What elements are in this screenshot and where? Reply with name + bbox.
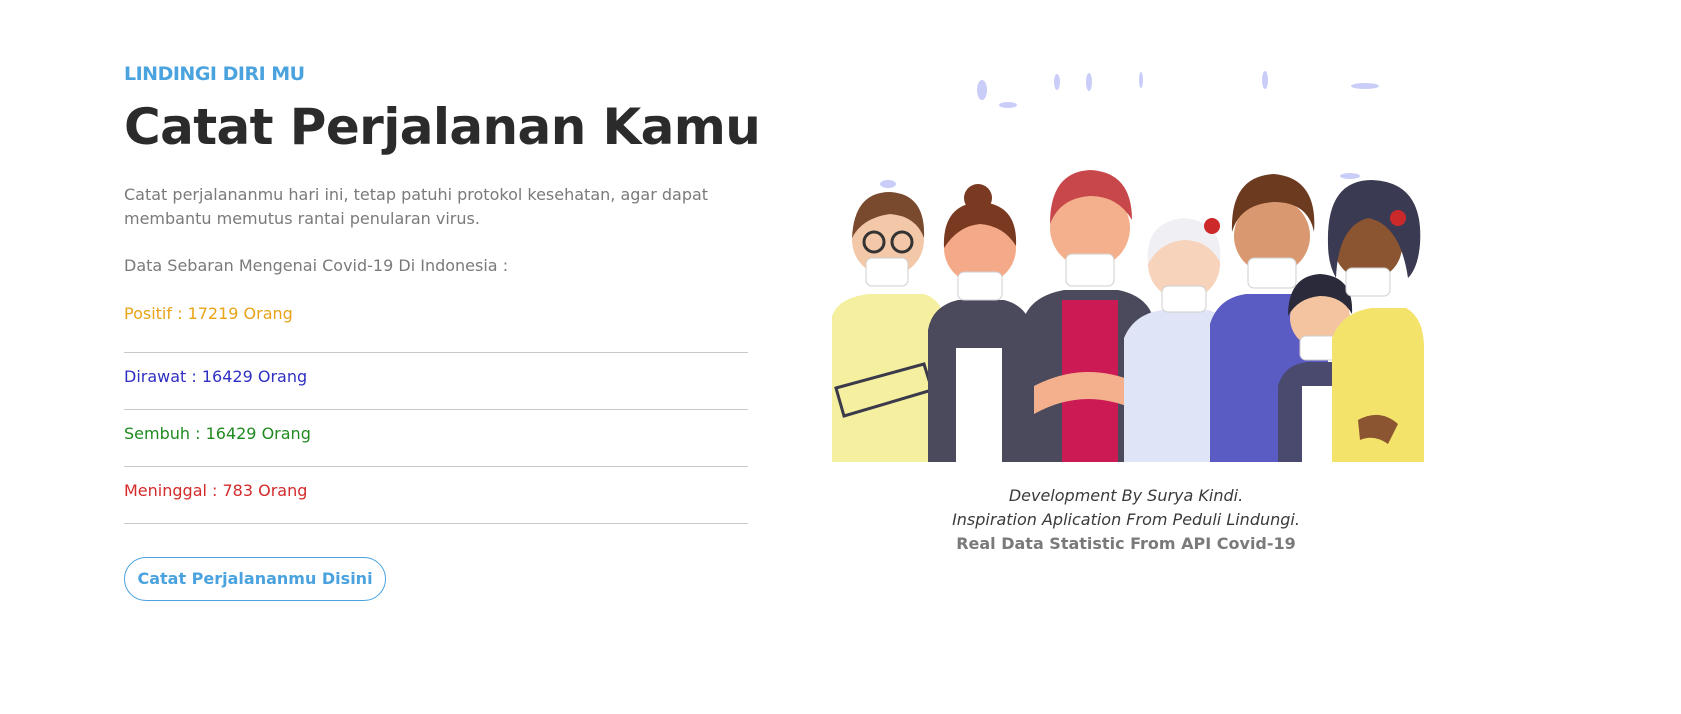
hero-description: Catat perjalananmu hari ini, tetap patuh…	[124, 185, 709, 228]
credit-data-source: Real Data Statistic From API Covid-19	[956, 534, 1296, 553]
people-wearing-masks-illustration	[828, 68, 1424, 462]
record-trip-button[interactable]: Catat Perjalananmu Disini	[124, 557, 386, 601]
stat-recovered-label: Sembuh : 16429 Orang	[124, 424, 311, 443]
credit-inspiration: Inspiration Aplication From Peduli Lindu…	[952, 510, 1300, 529]
stats-heading: Data Sebaran Mengenai Covid-19 Di Indone…	[124, 256, 509, 275]
page-title: Catat Perjalanan Kamu	[124, 98, 761, 156]
stat-positive: Positif : 17219 Orang	[124, 296, 748, 353]
credit-developer: Development By Surya Kindi.	[1008, 486, 1244, 505]
stat-treated-label: Dirawat : 16429 Orang	[124, 367, 308, 386]
stat-recovered: Sembuh : 16429 Orang	[124, 410, 748, 467]
stat-deceased-label: Meninggal : 783 Orang	[124, 481, 308, 500]
stat-positive-label: Positif : 17219 Orang	[124, 304, 293, 323]
hero-kicker: LINDINGI DIRI MU	[124, 63, 305, 85]
credits: Development By Surya Kindi. Inspiration …	[828, 484, 1424, 556]
stats-list: Positif : 17219 Orang Dirawat : 16429 Or…	[124, 296, 748, 524]
stat-deceased: Meninggal : 783 Orang	[124, 467, 748, 524]
stat-treated: Dirawat : 16429 Orang	[124, 353, 748, 410]
